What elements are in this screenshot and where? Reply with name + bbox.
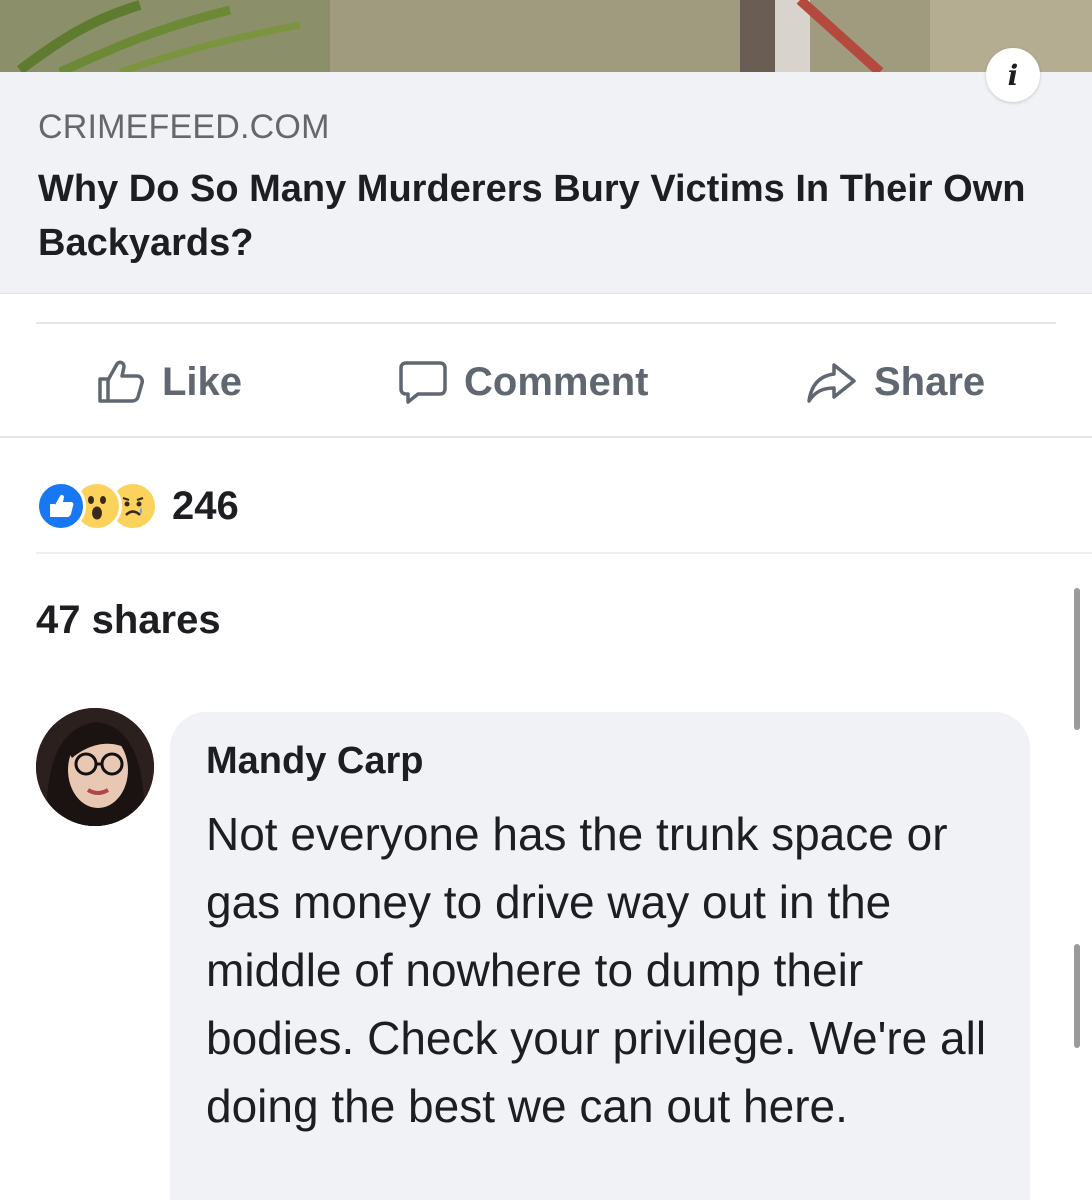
avatar[interactable] — [36, 708, 154, 826]
share-button[interactable]: Share — [806, 350, 985, 414]
like-button[interactable]: Like — [96, 350, 242, 414]
divider — [36, 322, 1056, 324]
link-preview-image[interactable] — [0, 0, 1092, 72]
thumbs-up-icon — [98, 360, 144, 403]
comment-bubble-icon — [399, 361, 447, 404]
scrollbar-thumb[interactable] — [1074, 588, 1080, 730]
comment-text: Not everyone has the trunk space or gas … — [206, 808, 987, 1132]
comment-author[interactable]: Mandy Carp — [206, 740, 423, 783]
like-reaction-icon — [36, 481, 86, 531]
like-label: Like — [162, 359, 243, 404]
comment-label: Comment — [464, 359, 649, 404]
profile-photo — [36, 708, 154, 826]
link-headline[interactable]: Why Do So Many Murderers Bury Victims In… — [38, 162, 1058, 270]
scrollbar-thumb[interactable] — [1074, 944, 1080, 1048]
info-icon[interactable]: i — [986, 48, 1040, 102]
reactions-summary[interactable]: 246 — [36, 478, 239, 534]
share-arrow-icon — [807, 363, 856, 403]
reaction-count: 246 — [172, 483, 239, 528]
comment-button[interactable]: Comment — [398, 350, 648, 414]
divider — [0, 436, 1092, 438]
link-preview-photo — [0, 0, 1092, 72]
link-domain: CRIMEFEED.COM — [38, 108, 330, 146]
info-icon-glyph: i — [1007, 58, 1019, 92]
divider — [36, 552, 1092, 554]
share-label: Share — [874, 359, 986, 404]
shares-count[interactable]: 47 shares — [36, 598, 221, 643]
